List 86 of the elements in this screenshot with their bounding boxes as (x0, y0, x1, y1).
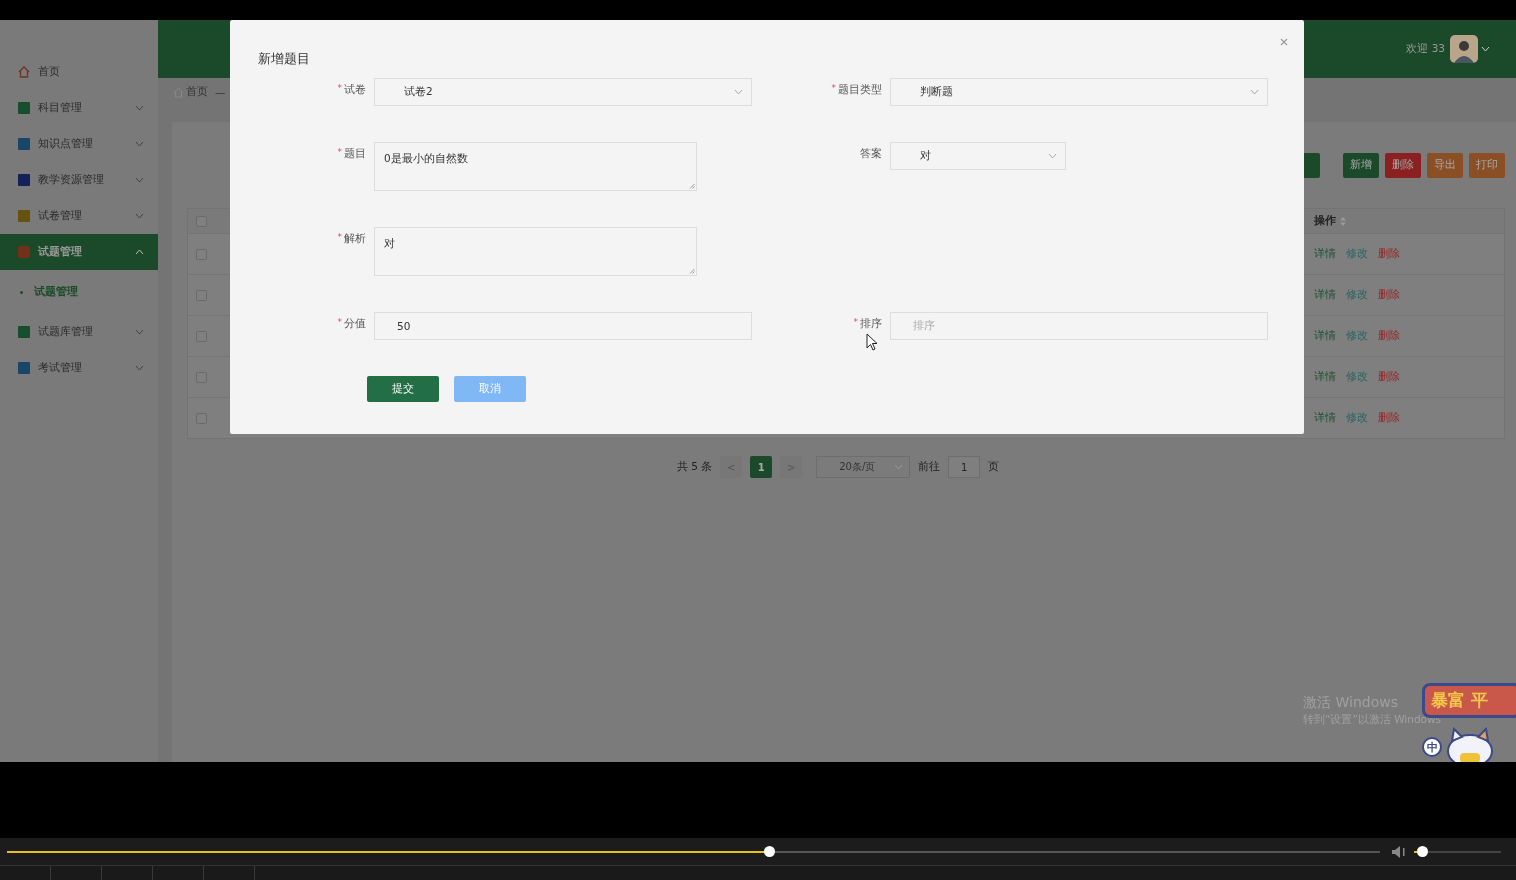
user-silhouette-icon (1450, 35, 1478, 63)
input-field[interactable]: 50 (374, 312, 752, 340)
dialog-title: 新增题目 (258, 50, 311, 68)
column-header[interactable]: 操作 (1314, 214, 1504, 228)
action-link[interactable]: 删除 (1378, 247, 1400, 261)
chevron-up-icon (135, 249, 144, 255)
nav-item[interactable]: 试题管理 (0, 234, 158, 270)
chevron-down-icon (894, 464, 904, 470)
goto-label: 前往 (918, 460, 941, 474)
required-mark: * (337, 232, 342, 242)
sticker-text: 暴富 (1431, 689, 1465, 712)
required-mark: * (853, 317, 858, 327)
page-button[interactable]: 1 (750, 456, 773, 478)
sticker-text: 平 (1471, 689, 1488, 712)
required-mark: * (337, 83, 342, 93)
field-label: 答案 (860, 147, 882, 159)
chevron-down-icon (1048, 153, 1057, 159)
chevron-down-icon (1481, 46, 1490, 52)
welcome-text: 欢迎 33 (1406, 42, 1445, 56)
action-link[interactable]: 详情 (1314, 288, 1336, 302)
toolbar-button[interactable]: 导出 (1427, 152, 1463, 178)
total-count: 共 5 条 (676, 460, 713, 474)
text-area[interactable]: 对 (374, 227, 697, 276)
chevron-down-icon (1250, 89, 1259, 95)
nav-subitem[interactable]: 试题管理 (0, 270, 158, 314)
chevron-down-icon (135, 177, 144, 183)
action-link[interactable]: 详情 (1314, 329, 1336, 343)
required-mark: * (337, 317, 342, 327)
chevron-down-icon (135, 141, 144, 147)
action-link[interactable]: 详情 (1314, 411, 1336, 425)
page-input[interactable]: 1 (948, 456, 981, 478)
cancel-button[interactable]: 取消 (454, 376, 526, 402)
action-link[interactable]: 删除 (1378, 329, 1400, 343)
field-label: 排序 (860, 317, 882, 329)
nav-item[interactable]: 试卷管理 (0, 198, 158, 234)
progress-thumb[interactable] (763, 846, 775, 857)
action-link[interactable]: 删除 (1378, 370, 1400, 384)
action-link[interactable]: 修改 (1346, 370, 1368, 384)
select-field[interactable]: 试卷2 (374, 78, 752, 106)
required-mark: * (831, 83, 836, 93)
field-label: 题目 (344, 147, 366, 159)
select-field[interactable]: 对 (890, 142, 1066, 170)
avatar[interactable] (1450, 35, 1478, 63)
chevron-down-icon (734, 89, 743, 95)
action-link[interactable]: 修改 (1346, 411, 1368, 425)
close-icon (1280, 38, 1288, 46)
sort-icon (1340, 216, 1346, 226)
nav-item[interactable]: 考试管理 (0, 350, 158, 386)
next-page-button[interactable]: > (780, 456, 803, 478)
chevron-down-icon (135, 365, 144, 371)
chevron-down-icon (135, 329, 144, 335)
input-field[interactable]: 排序 (890, 312, 1268, 340)
toolbar-button[interactable]: 打印 (1469, 152, 1505, 178)
select-field[interactable]: 判断题 (890, 78, 1268, 106)
required-mark: * (337, 147, 342, 157)
volume-icon (1392, 845, 1408, 858)
chevron-down-icon (135, 213, 144, 219)
action-link[interactable]: 详情 (1314, 370, 1336, 384)
action-link[interactable]: 删除 (1378, 288, 1400, 302)
field-label: 解析 (344, 232, 366, 244)
resize-handle-icon (689, 183, 695, 189)
breadcrumb-separator: — (215, 86, 226, 98)
action-link[interactable]: 删除 (1378, 411, 1400, 425)
toolbar-button[interactable]: 新增 (1343, 152, 1379, 178)
page-size-select[interactable]: 20条/页 (816, 456, 911, 478)
field-label: 试卷 (344, 83, 366, 95)
toolbar-button[interactable]: 删除 (1385, 152, 1421, 178)
nav-item[interactable]: 教学资源管理 (0, 162, 158, 198)
prev-page-button[interactable]: < (720, 456, 743, 478)
action-link[interactable]: 修改 (1346, 247, 1368, 261)
nav-item[interactable]: 知识点管理 (0, 126, 158, 162)
page-suffix: 页 (988, 460, 1000, 474)
mouse-cursor-icon (866, 333, 878, 351)
nav-item[interactable]: 科目管理 (0, 90, 158, 126)
action-link[interactable]: 修改 (1346, 288, 1368, 302)
field-label: 题目类型 (838, 83, 882, 95)
submit-button[interactable]: 提交 (367, 376, 439, 402)
text-area[interactable]: 0是最小的自然数 (374, 142, 697, 191)
resize-handle-icon (689, 268, 695, 274)
action-link[interactable]: 详情 (1314, 247, 1336, 261)
volume-thumb[interactable] (1417, 846, 1429, 857)
nav-item[interactable]: 首页 (0, 54, 158, 90)
chevron-down-icon (135, 105, 144, 111)
action-link[interactable]: 修改 (1346, 329, 1368, 343)
field-label: 分值 (344, 317, 366, 329)
nav-item[interactable]: 试题库管理 (0, 314, 158, 350)
